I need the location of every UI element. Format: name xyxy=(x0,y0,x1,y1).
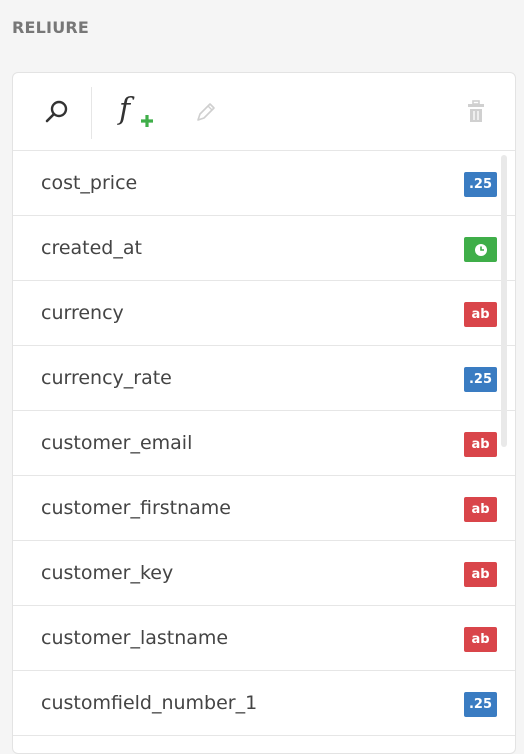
fields-panel: f cost_price .25 created_at currency ab … xyxy=(12,72,516,754)
field-row-customer-firstname[interactable]: customer_firstname ab xyxy=(13,476,515,541)
trash-icon xyxy=(468,100,484,122)
field-name: customfield_number_1 xyxy=(41,692,258,714)
edit-button[interactable] xyxy=(191,90,221,134)
add-formula-button[interactable]: f xyxy=(113,90,161,134)
field-name: customer_email xyxy=(41,432,193,454)
field-row-customer-email[interactable]: customer_email ab xyxy=(13,411,515,476)
toolbar-separator xyxy=(91,87,92,139)
delete-button[interactable] xyxy=(461,90,491,134)
field-name: cost_price xyxy=(41,172,138,194)
field-row-currency[interactable]: currency ab xyxy=(13,281,515,346)
pencil-icon xyxy=(197,103,215,121)
number-type-badge: .25 xyxy=(464,692,497,717)
field-row-currency-rate[interactable]: currency_rate .25 xyxy=(13,346,515,411)
svg-text:f: f xyxy=(117,92,135,127)
field-name: customer_firstname xyxy=(41,497,231,519)
search-icon xyxy=(45,100,68,123)
text-type-badge: ab xyxy=(464,302,497,327)
field-name: currency_rate xyxy=(41,367,172,389)
section-title: RELIURE xyxy=(12,18,90,37)
field-name: currency xyxy=(41,302,124,324)
toolbar: f xyxy=(13,73,515,151)
number-type-badge: .25 xyxy=(464,172,497,197)
function-add-icon: f xyxy=(117,92,153,127)
field-row-customfield-number-1[interactable]: customfield_number_1 .25 xyxy=(13,671,515,736)
field-row-customer-lastname[interactable]: customer_lastname ab xyxy=(13,606,515,671)
text-type-badge: ab xyxy=(464,497,497,522)
field-list: cost_price .25 created_at currency ab cu… xyxy=(13,151,515,736)
scrollbar[interactable] xyxy=(501,155,507,447)
clock-icon xyxy=(474,243,487,256)
field-name: customer_key xyxy=(41,562,174,584)
field-row-cost-price[interactable]: cost_price .25 xyxy=(13,151,515,216)
text-type-badge: ab xyxy=(464,432,497,457)
field-row-created-at[interactable]: created_at xyxy=(13,216,515,281)
field-name: created_at xyxy=(41,237,142,259)
text-type-badge: ab xyxy=(464,562,497,587)
search-button[interactable] xyxy=(35,90,79,134)
field-name: customer_lastname xyxy=(41,627,229,649)
field-row-customer-key[interactable]: customer_key ab xyxy=(13,541,515,606)
number-type-badge: .25 xyxy=(464,367,497,392)
date-type-badge xyxy=(464,237,497,262)
text-type-badge: ab xyxy=(464,627,497,652)
